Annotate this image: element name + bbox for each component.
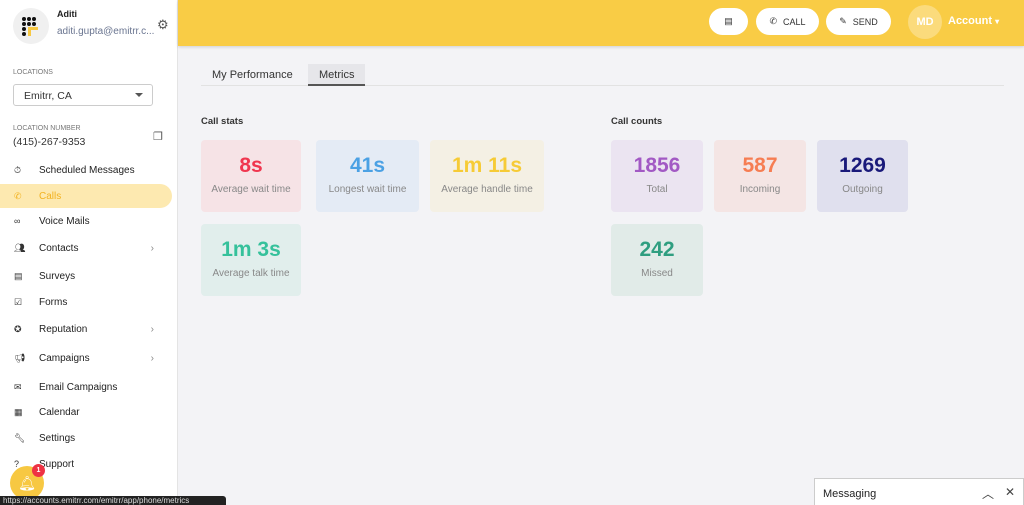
send-label: SEND	[852, 16, 878, 27]
metric-value: 8s	[239, 154, 263, 177]
metric-label: Longest wait time	[328, 184, 407, 195]
messaging-panel[interactable]: Messaging ︿ ✕	[814, 478, 1024, 505]
caret-down-icon	[135, 93, 143, 97]
chevron-right-icon: ›	[150, 352, 154, 364]
sidebar-item-voice-mails[interactable]: ∞ Voice Mails	[0, 209, 172, 233]
metric-card-average-wait-time: 8s Average wait time	[201, 140, 301, 212]
metric-value: 1856	[633, 154, 681, 177]
sidebar-item-scheduled-messages[interactable]: ⏱ Scheduled Messages	[0, 158, 172, 182]
send-button[interactable]: ✎ SEND	[826, 8, 891, 35]
gear-icon[interactable]: ⚙	[157, 17, 169, 33]
sidebar-item-surveys[interactable]: ▤ Surveys	[0, 264, 172, 288]
sidebar-item-email-campaigns[interactable]: ✉ Email Campaigns	[0, 375, 172, 399]
locations-label: LOCATIONS	[13, 69, 53, 76]
user-name: Aditi	[57, 9, 77, 19]
sidebar-item-label: Campaigns	[39, 352, 90, 364]
caret-down-icon: ▾	[995, 17, 1000, 26]
call-counts-title: Call counts	[611, 116, 663, 127]
metric-card-average-talk-time: 1m 3s Average talk time	[201, 224, 301, 296]
account-label: Account	[948, 15, 992, 27]
metric-label: Average handle time	[441, 184, 533, 195]
sidebar: Aditi aditi.gupta@emitrr.c... ⚙ LOCATION…	[0, 0, 178, 505]
metric-card-average-handle-time: 1m 11s Average handle time	[430, 140, 544, 212]
chat-icon: ▤	[724, 16, 733, 26]
sidebar-item-campaigns[interactable]: 📢︎ Campaigns ›	[0, 346, 172, 370]
tabs: My Performance Metrics	[201, 64, 1004, 86]
sidebar-item-label: Calls	[39, 190, 62, 202]
timer-icon: ⏱	[14, 164, 22, 175]
call-label: CALL	[783, 16, 806, 27]
phone-icon: ✆	[14, 190, 22, 201]
star-icon: ✪	[14, 323, 22, 334]
call-button[interactable]: ✆ CALL	[756, 8, 819, 35]
account-menu[interactable]: Account ▾	[948, 15, 999, 27]
contacts-icon: 👥︎	[14, 242, 26, 253]
sidebar-item-label: Scheduled Messages	[39, 164, 135, 176]
calendar-icon: ▦	[14, 406, 23, 417]
metric-label: Incoming	[739, 184, 781, 195]
status-url: https://accounts.emitrr.com/emitrr/app/p…	[0, 496, 226, 505]
location-select[interactable]: Emitrr, CA	[13, 84, 153, 106]
top-header: ▤ ✆ CALL ✎ SEND MD Account ▾	[178, 0, 1024, 46]
metric-card-missed: 242 Missed	[611, 224, 703, 296]
close-icon[interactable]: ✕	[1005, 485, 1015, 499]
sidebar-item-forms[interactable]: ☑ Forms	[0, 290, 172, 314]
sidebar-item-label: Forms	[39, 296, 68, 308]
location-number: (415)-267-9353	[13, 136, 86, 148]
tab-metrics[interactable]: Metrics	[308, 64, 366, 86]
chat-button[interactable]: ▤	[709, 8, 748, 35]
metric-card-longest-wait-time: 41s Longest wait time	[316, 140, 419, 212]
user-email: aditi.gupta@emitrr.c...	[57, 26, 155, 37]
metric-label: Average talk time	[212, 268, 290, 279]
metric-label: Outgoing	[842, 184, 883, 195]
sidebar-item-settings[interactable]: 🔧︎ Settings	[0, 426, 172, 450]
sidebar-item-label: Settings	[39, 432, 76, 444]
metric-value: 1269	[839, 154, 886, 177]
location-selected: Emitrr, CA	[24, 90, 72, 102]
metric-label: Total	[646, 184, 668, 195]
form-icon: ☑	[14, 296, 23, 307]
location-number-label: LOCATION NUMBER	[13, 125, 81, 132]
notification-badge: 1	[32, 464, 45, 477]
chevron-right-icon: ›	[150, 323, 154, 335]
metric-value: 1m 3s	[221, 238, 281, 261]
metric-card-outgoing: 1269 Outgoing	[817, 140, 908, 212]
sidebar-item-calls[interactable]: ✆ Calls	[0, 184, 172, 208]
sidebar-item-label: Contacts	[39, 242, 79, 254]
metric-value: 587	[742, 154, 778, 177]
metric-label: Missed	[641, 268, 673, 279]
metric-value: 41s	[349, 154, 386, 177]
sidebar-item-contacts[interactable]: 👥︎ Contacts ›	[0, 236, 172, 260]
pencil-icon: ✎	[839, 16, 847, 26]
copy-icon[interactable]: ❐	[153, 130, 163, 143]
phone-icon: ✆	[769, 16, 778, 26]
logo-avatar	[13, 8, 49, 44]
sidebar-item-calendar[interactable]: ▦ Calendar	[0, 400, 172, 424]
sidebar-item-label: Email Campaigns	[39, 381, 118, 393]
metric-card-total: 1856 Total	[611, 140, 703, 212]
call-stats-title: Call stats	[201, 116, 244, 127]
chevron-up-icon[interactable]: ︿	[982, 485, 994, 502]
mail-icon: ✉	[14, 381, 22, 392]
metric-card-incoming: 587 Incoming	[714, 140, 806, 212]
voicemail-icon: ∞	[14, 216, 21, 226]
sidebar-item-label: Voice Mails	[39, 215, 90, 227]
sidebar-item-reputation[interactable]: ✪ Reputation ›	[0, 317, 172, 341]
sidebar-item-label: Surveys	[39, 270, 76, 282]
messaging-label: Messaging	[823, 488, 877, 500]
megaphone-icon: 📢︎	[14, 352, 26, 363]
metric-label: Average wait time	[211, 184, 291, 195]
metric-value: 1m 11s	[451, 154, 523, 177]
chevron-right-icon: ›	[150, 242, 154, 254]
tab-my-performance[interactable]: My Performance	[201, 64, 304, 86]
metric-value: 242	[639, 238, 675, 261]
sidebar-item-label: Reputation	[39, 323, 88, 335]
document-icon: ▤	[14, 270, 23, 281]
account-avatar[interactable]: MD	[908, 5, 942, 39]
wrench-icon: 🔧︎	[14, 432, 26, 443]
sidebar-item-label: Calendar	[39, 406, 80, 418]
